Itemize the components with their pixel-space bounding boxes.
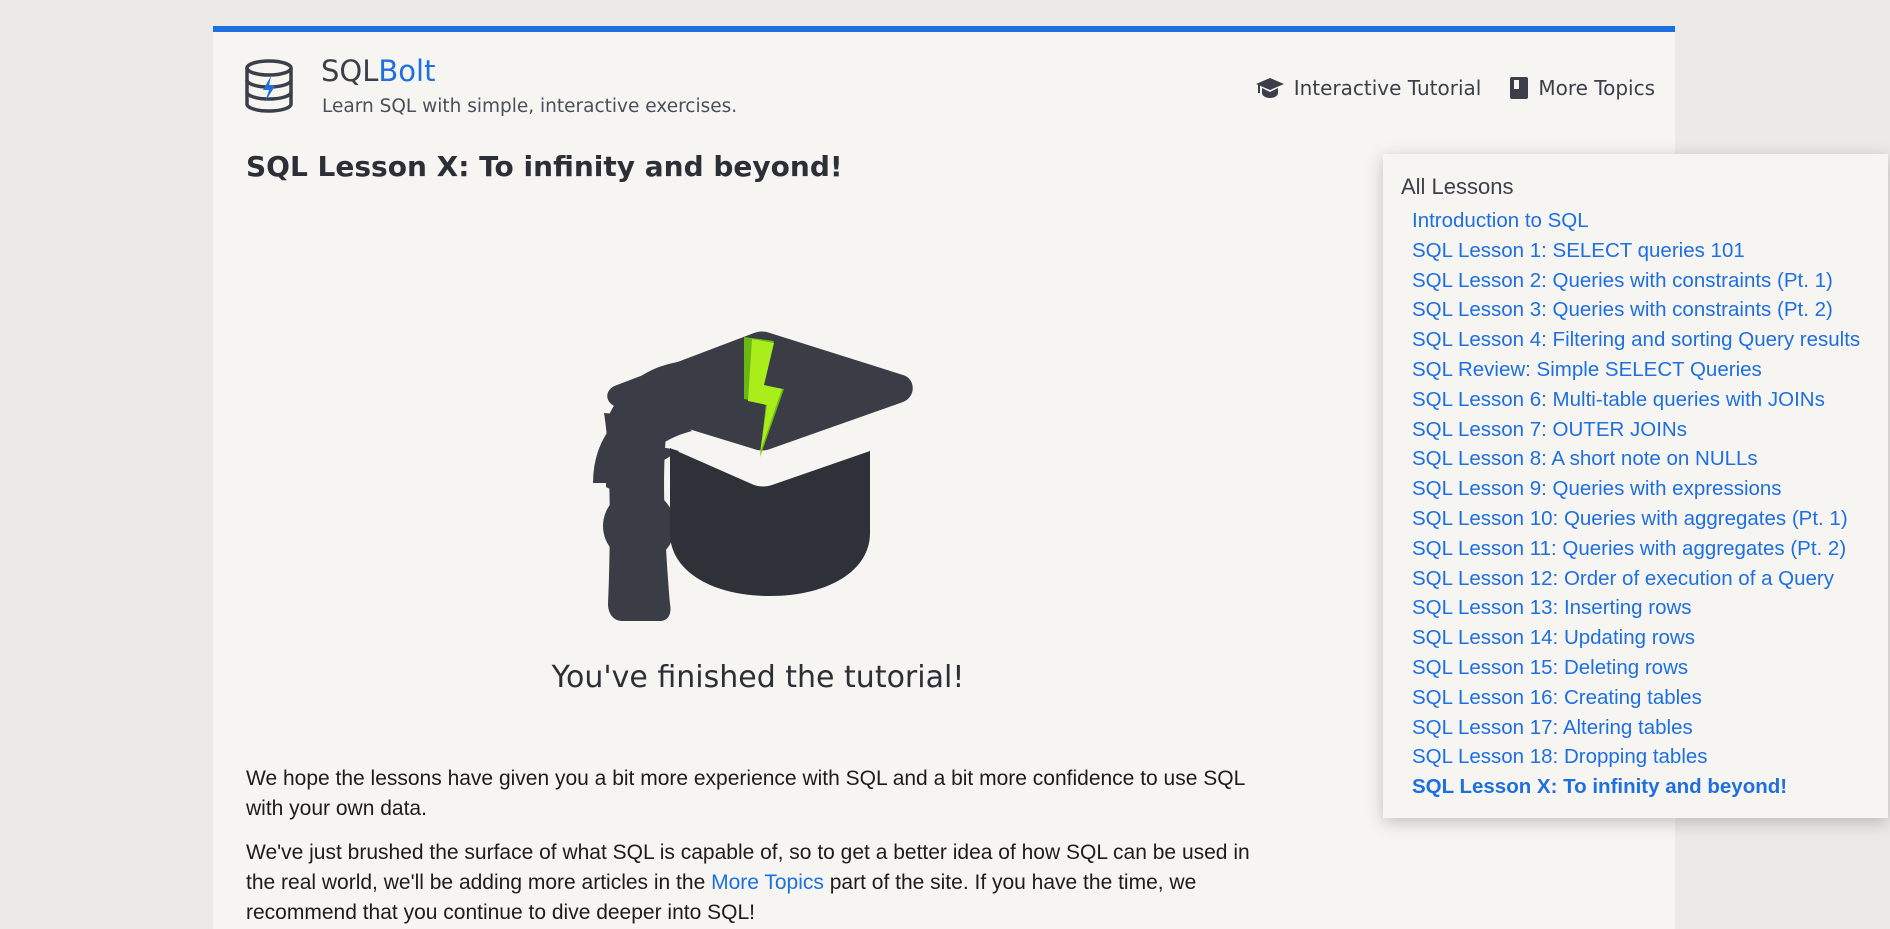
brand-accent: Bolt	[378, 54, 436, 88]
lesson-link-x-current[interactable]: SQL Lesson X: To infinity and beyond!	[1412, 772, 1870, 802]
nav-more-topics-label: More Topics	[1538, 76, 1655, 100]
lesson-link-10[interactable]: SQL Lesson 10: Queries with aggregates (…	[1412, 504, 1870, 534]
database-bolt-icon[interactable]	[243, 58, 295, 114]
lesson-link-18[interactable]: SQL Lesson 18: Dropping tables	[1412, 742, 1870, 772]
lesson-paragraph-1: We hope the lessons have given you a bit…	[246, 767, 1245, 820]
finished-heading: You've finished the tutorial!	[551, 660, 965, 695]
lesson-link-16[interactable]: SQL Lesson 16: Creating tables	[1412, 683, 1870, 713]
lesson-link-17[interactable]: SQL Lesson 17: Altering tables	[1412, 713, 1870, 743]
lessons-list: Introduction to SQL SQL Lesson 1: SELECT…	[1401, 206, 1870, 802]
brand-main: SQL	[321, 54, 379, 88]
lesson-link-3[interactable]: SQL Lesson 3: Queries with constraints (…	[1412, 295, 1870, 325]
book-icon	[1510, 77, 1529, 99]
lesson-link-review[interactable]: SQL Review: Simple SELECT Queries	[1412, 355, 1870, 385]
lesson-link-7[interactable]: SQL Lesson 7: OUTER JOINs	[1412, 415, 1870, 445]
lesson-link-1[interactable]: SQL Lesson 1: SELECT queries 101	[1412, 236, 1870, 266]
lesson-link-8[interactable]: SQL Lesson 8: A short note on NULLs	[1412, 444, 1870, 474]
lesson-link-13[interactable]: SQL Lesson 13: Inserting rows	[1412, 593, 1870, 623]
graduation-cap-bolt-icon	[593, 331, 913, 621]
lesson-link-14[interactable]: SQL Lesson 14: Updating rows	[1412, 623, 1870, 653]
nav-interactive-tutorial[interactable]: Interactive Tutorial	[1255, 76, 1482, 100]
lesson-paragraph-2: We've just brushed the surface of what S…	[246, 838, 1281, 928]
lesson-link-9[interactable]: SQL Lesson 9: Queries with expressions	[1412, 474, 1870, 504]
page-title: SQL Lesson X: To infinity and beyond!	[246, 150, 843, 183]
lesson-link-12[interactable]: SQL Lesson 12: Order of execution of a Q…	[1412, 564, 1870, 594]
site-brand[interactable]: SQLBolt	[321, 54, 435, 88]
nav-more-topics[interactable]: More Topics	[1509, 76, 1655, 100]
more-topics-link[interactable]: More Topics	[711, 871, 824, 894]
all-lessons-heading: All Lessons	[1401, 174, 1514, 199]
top-nav: Interactive Tutorial More Topics	[1255, 76, 1655, 100]
site-tagline: Learn SQL with simple, interactive exerc…	[322, 96, 738, 117]
page-container: SQLBolt Learn SQL with simple, interacti…	[213, 26, 1888, 929]
lesson-link-15[interactable]: SQL Lesson 15: Deleting rows	[1412, 653, 1870, 683]
lesson-link-6[interactable]: SQL Lesson 6: Multi-table queries with J…	[1412, 385, 1870, 415]
all-lessons-dropdown: All Lessons Introduction to SQL SQL Less…	[1383, 154, 1888, 818]
lesson-link-intro[interactable]: Introduction to SQL	[1412, 206, 1870, 236]
lesson-link-11[interactable]: SQL Lesson 11: Queries with aggregates (…	[1412, 534, 1870, 564]
lesson-link-2[interactable]: SQL Lesson 2: Queries with constraints (…	[1412, 266, 1870, 296]
lesson-link-4[interactable]: SQL Lesson 4: Filtering and sorting Quer…	[1412, 325, 1870, 355]
nav-interactive-tutorial-label: Interactive Tutorial	[1293, 76, 1482, 100]
graduation-cap-icon	[1255, 78, 1284, 98]
